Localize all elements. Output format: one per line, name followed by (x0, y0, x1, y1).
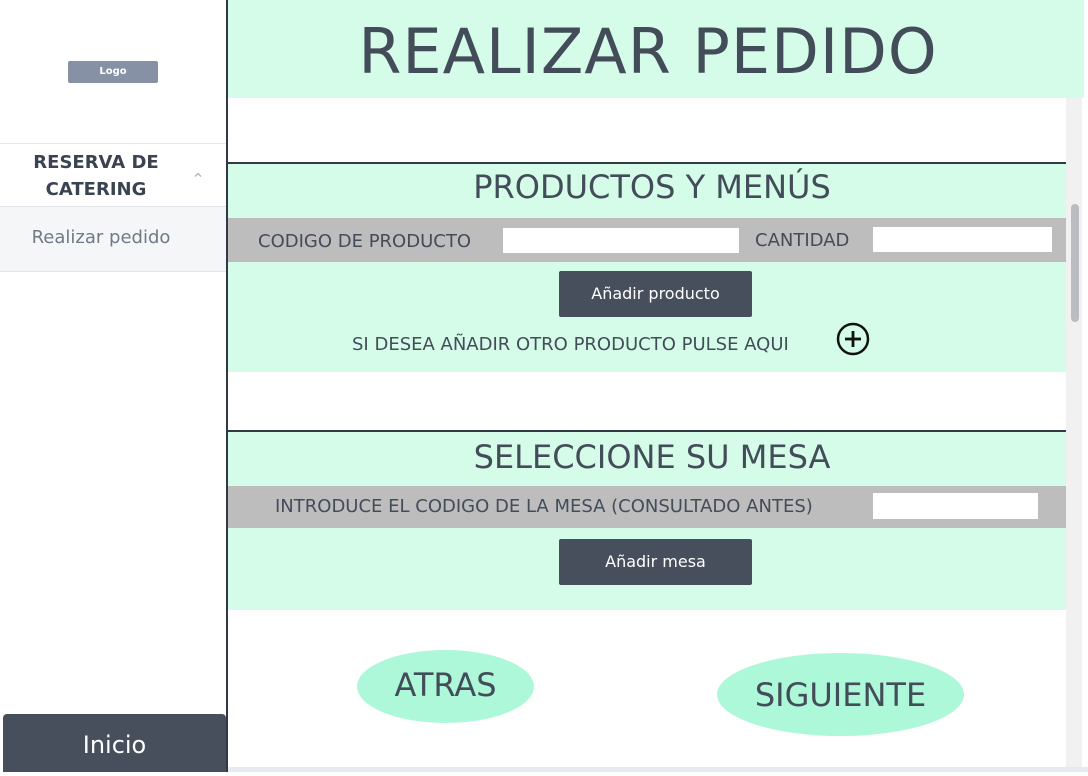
products-section: PRODUCTOS Y MENÚS CODIGO DE PRODUCTO CAN… (228, 162, 1066, 372)
bottom-edge (228, 767, 1088, 772)
table-section-title: SELECCIONE SU MESA (473, 438, 831, 476)
products-section-title: PRODUCTOS Y MENÚS (473, 168, 831, 206)
quantity-label: CANTIDAD (755, 230, 850, 251)
page-title: REALIZAR PEDIDO (358, 15, 938, 88)
title-band: REALIZAR PEDIDO (228, 0, 1084, 98)
inicio-button[interactable]: Inicio (3, 714, 226, 772)
sidebar-item-label: Realizar pedido (31, 227, 171, 248)
add-another-product-hint: SI DESEA AÑADIR OTRO PRODUCTO PULSE AQUI (352, 334, 789, 355)
product-code-input[interactable] (503, 228, 739, 253)
add-product-button[interactable]: Añadir producto (559, 271, 752, 317)
product-input-row: CODIGO DE PRODUCTO CANTIDAD (228, 218, 1066, 262)
table-section: SELECCIONE SU MESA INTRODUCE EL CODIGO D… (228, 430, 1066, 610)
add-table-button[interactable]: Añadir mesa (559, 539, 752, 585)
main-content: REALIZAR PEDIDO PRODUCTOS Y MENÚS CODIGO… (228, 0, 1088, 772)
table-code-input[interactable] (873, 493, 1038, 519)
quantity-input[interactable] (873, 227, 1052, 252)
plus-circle-icon[interactable] (836, 322, 870, 356)
table-input-row: INTRODUCE EL CODIGO DE LA MESA (CONSULTA… (228, 486, 1066, 528)
back-button[interactable]: ATRAS (357, 650, 534, 723)
scrollbar-track[interactable] (1066, 98, 1082, 768)
table-code-label: INTRODUCE EL CODIGO DE LA MESA (CONSULTA… (275, 496, 813, 517)
sidebar-item-realizar-pedido[interactable]: Realizar pedido (0, 206, 226, 272)
next-button[interactable]: SIGUIENTE (717, 653, 964, 736)
sidebar-section-title: RESERVA DE CATERING (33, 152, 159, 200)
sidebar-section-catering[interactable]: RESERVA DE CATERING (0, 144, 226, 206)
sidebar: Logo RESERVA DE CATERING Realizar pedido… (0, 0, 228, 772)
product-code-label: CODIGO DE PRODUCTO (258, 231, 471, 252)
logo: Logo (68, 61, 158, 83)
scrollbar-thumb[interactable] (1071, 204, 1079, 322)
chevron-up-icon[interactable] (194, 171, 202, 179)
